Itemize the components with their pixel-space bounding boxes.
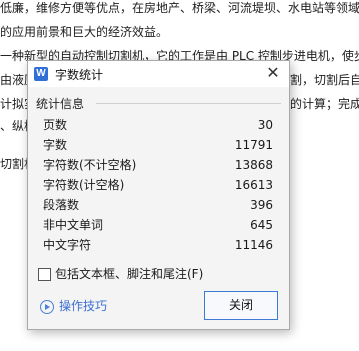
- stat-label: 字符数(计空格): [43, 178, 125, 192]
- stat-value: 13868: [234, 158, 273, 172]
- stat-label: 字符数(不计空格): [43, 158, 137, 172]
- tips-label[interactable]: 操作技巧: [59, 299, 107, 313]
- dialog-titlebar: W 字数统计 ✕: [28, 61, 289, 87]
- stat-value: 11146: [234, 238, 273, 252]
- stats-table: 页数 30 字数 11791 字符数(不计空格) 13868 字符数(计空格) …: [43, 117, 273, 257]
- include-textbox-footnotes-checkbox[interactable]: [38, 268, 51, 281]
- stat-label: 中文字符: [43, 238, 92, 252]
- stats-group-label: 统计信息: [36, 95, 88, 112]
- stat-row-pages: 页数 30: [43, 117, 273, 137]
- stat-row-chars-no-spaces: 字符数(不计空格) 13868: [43, 157, 273, 177]
- stat-row-paragraphs: 段落数 396: [43, 197, 273, 217]
- stat-label: 段落数: [43, 198, 80, 212]
- stat-value: 645: [250, 218, 273, 232]
- close-icon[interactable]: ✕: [263, 63, 283, 83]
- stat-row-non-chinese-words: 非中文单词 645: [43, 217, 273, 237]
- word-count-dialog: W 字数统计 ✕ 统计信息 页数 30 字数 11791 字符数(不计空格) 1…: [27, 60, 290, 330]
- stat-label: 字数: [43, 138, 68, 152]
- stat-row-words: 字数 11791: [43, 137, 273, 157]
- document-line: 割，切割后自: [290, 73, 359, 87]
- play-circle-icon: [40, 300, 54, 314]
- document-line: 的计算；完成: [290, 97, 359, 111]
- dialog-title: 字数统计: [55, 68, 104, 82]
- stat-row-chinese-chars: 中文字符 11146: [43, 237, 273, 257]
- stat-value: 16613: [234, 178, 273, 192]
- include-textbox-footnotes-label[interactable]: 包括文本框、脚注和尾注(F): [55, 267, 203, 281]
- stat-label: 非中文单词: [43, 218, 104, 232]
- wps-writer-icon: W: [34, 67, 48, 81]
- group-divider: [96, 103, 281, 104]
- stat-row-chars-with-spaces: 字符数(计空格) 16613: [43, 177, 273, 197]
- stat-value: 396: [250, 198, 273, 212]
- stat-value: 30: [257, 118, 273, 132]
- close-button[interactable]: 关闭: [204, 291, 278, 320]
- stat-label: 页数: [43, 118, 68, 132]
- document-line: 低廉，维修方便等优点，在房地产、桥梁、河流堤坝、水电站等领域: [0, 1, 359, 15]
- stat-value: 11791: [234, 138, 273, 152]
- document-line: 的应用前景和巨大的经济效益。: [0, 25, 169, 39]
